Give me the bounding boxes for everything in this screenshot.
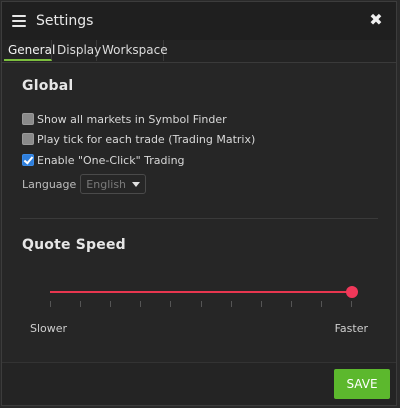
slider-tick	[321, 301, 322, 307]
slider-max-label: Faster	[334, 322, 368, 335]
language-select[interactable]: English	[80, 174, 147, 194]
close-icon[interactable]: ✖	[368, 11, 384, 29]
option-play-tick[interactable]: Play tick for each trade (Trading Matrix…	[22, 132, 255, 146]
option-label: Play tick for each trade (Trading Matrix…	[37, 132, 256, 146]
slider-tick	[50, 301, 51, 307]
tab-bar: General Display Workspace	[2, 40, 396, 63]
language-value: English	[86, 177, 127, 191]
tab-general[interactable]: General	[4, 40, 55, 61]
slider-tick	[110, 301, 111, 307]
quote-speed-slider[interactable]	[50, 285, 358, 299]
save-button[interactable]: SAVE	[334, 369, 390, 399]
slider-tick	[201, 301, 202, 307]
global-section-title: Global	[22, 78, 74, 94]
settings-dialog: Settings ✖ General Display Workspace Glo…	[1, 1, 397, 406]
option-one-click-trading[interactable]: Enable "One-Click" Trading	[22, 153, 185, 167]
title-bar: Settings ✖	[2, 2, 396, 41]
slider-tick	[351, 301, 352, 307]
hamburger-icon[interactable]	[12, 15, 26, 27]
slider-ticks	[50, 301, 352, 309]
language-row: Language English	[22, 173, 147, 195]
caret-down-icon	[132, 181, 141, 187]
tab-workspace[interactable]: Workspace	[98, 40, 168, 61]
language-label: Language	[22, 177, 77, 191]
section-divider	[20, 218, 378, 219]
slider-fill	[50, 291, 352, 293]
option-label: Show all markets in Symbol Finder	[37, 112, 227, 126]
dialog-title: Settings	[36, 13, 94, 29]
slider-tick	[80, 301, 81, 307]
slider-tick	[261, 301, 262, 307]
checkbox-one-click-trading[interactable]	[22, 154, 34, 166]
quote-speed-title: Quote Speed	[22, 237, 126, 253]
dialog-footer: SAVE	[2, 362, 396, 405]
slider-tick	[291, 301, 292, 307]
slider-min-label: Slower	[30, 322, 68, 335]
tab-display[interactable]: Display	[53, 40, 101, 61]
option-label: Enable "One-Click" Trading	[37, 153, 185, 167]
checkbox-play-tick[interactable]	[22, 133, 34, 145]
checkbox-show-all-markets[interactable]	[22, 113, 34, 125]
slider-tick	[170, 301, 171, 307]
option-show-all-markets[interactable]: Show all markets in Symbol Finder	[22, 112, 227, 126]
slider-tick	[231, 301, 232, 307]
slider-thumb[interactable]	[346, 286, 358, 298]
slider-tick	[140, 301, 141, 307]
